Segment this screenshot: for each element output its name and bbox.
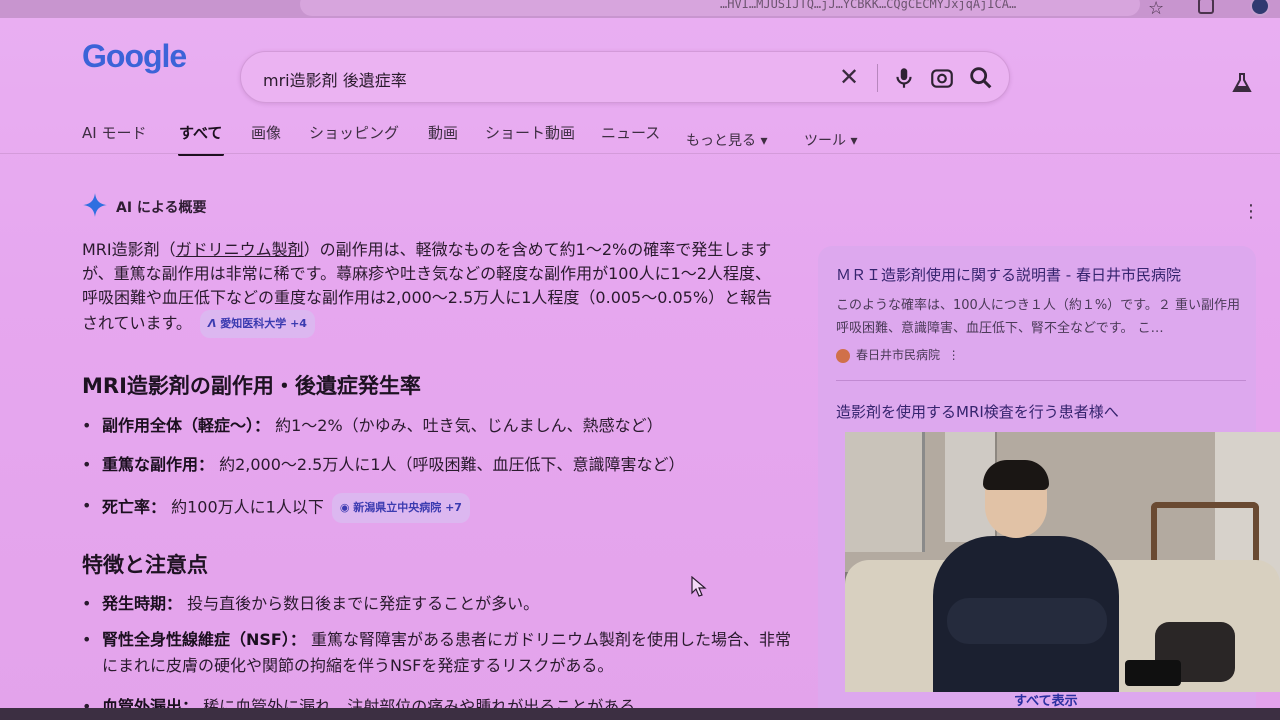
microphone-icon[interactable] [891, 64, 917, 92]
search-icon[interactable] [967, 64, 995, 92]
tab-more[interactable]: もっと見る ▾ [686, 130, 767, 150]
extensions-icon[interactable] [1198, 0, 1214, 14]
address-bar[interactable]: …HVI…MJUSIJTQ…jJ…YCBKK…CQgCECMYJxjqAjICA… [300, 0, 1140, 16]
more-options-icon[interactable]: ⋮ [1242, 203, 1260, 221]
item-label: 重篤な副作用： [102, 455, 215, 474]
tab-videos[interactable]: 動画 [428, 122, 458, 143]
section-heading: MRI造影剤の副作用・後遺症発生率 [82, 374, 421, 398]
bullet-dot: • [82, 630, 92, 649]
bullet-dot: • [82, 416, 92, 435]
item-text: 投与直後から数日後までに発症することが多い。 [182, 594, 540, 613]
camera-lens-icon[interactable] [929, 65, 955, 91]
clear-icon[interactable]: ✕ [839, 63, 859, 91]
webcam-overlay [845, 432, 1280, 692]
ai-overview-intro: MRI造影剤（ガドリニウム製剤）の副作用は、軽微なものを含めて約1〜2%の確率で… [82, 238, 782, 338]
item-text: 約2,000〜2.5万人に1人（呼吸困難、血圧低下、意識障害など） [214, 455, 685, 474]
google-logo[interactable]: Google [82, 38, 187, 75]
show-all-button[interactable]: すべて表示 [1014, 690, 1078, 709]
search-box[interactable]: mri造影剤 後遺症率 ✕ [240, 51, 1010, 103]
item-label: 腎性全身性線維症（NSF）： [102, 630, 306, 649]
mouse-cursor-icon [691, 576, 707, 597]
source-chip[interactable]: 𝞚 愛知医科大学 +4 [199, 310, 315, 338]
ai-overview-title: AI による概要 [116, 200, 207, 216]
bullet-dot: • [82, 594, 92, 613]
webcam-person-hair [983, 460, 1049, 490]
item-label: 副作用全体（軽症〜）： [102, 416, 271, 435]
item-text: 約1〜2%（かゆみ、吐き気、じんましん、熱感など） [270, 416, 663, 435]
webcam-shelf [845, 432, 925, 552]
tabs-divider [0, 153, 1280, 154]
source-chip-label: 愛知医科大学 +4 [220, 317, 307, 330]
webcam-phone [1125, 660, 1181, 686]
bookmark-star-icon[interactable]: ☆ [1148, 0, 1164, 19]
tab-ai-mode[interactable]: AI モード [82, 122, 146, 143]
site-favicon-icon [836, 348, 850, 363]
search-divider [877, 64, 878, 92]
tab-images[interactable]: 画像 [251, 122, 281, 143]
ai-sparkle-icon [83, 193, 107, 217]
item-label: 発生時期： [102, 594, 183, 613]
source-divider [836, 380, 1246, 381]
source-snippet: このような確率は、100人につき１人（約１%）です。２ 重い副作用 呼吸困難、意… [836, 298, 1240, 336]
taskbar [0, 708, 1280, 720]
tab-tools[interactable]: ツール ▾ [804, 130, 857, 150]
tab-short-videos[interactable]: ショート動画 [485, 122, 575, 143]
intro-text-1: MRI造影剤（ [82, 240, 176, 259]
source-site[interactable]: 春日井市民病院 ⋮ [836, 346, 960, 363]
source-chip-label: 新潟県立中央病院 +7 [353, 501, 462, 514]
section-heading: 特徴と注意点 [82, 553, 208, 577]
source-title-link[interactable]: ＭＲＩ造影剤使用に関する説明書 - 春日井市民病院 [836, 264, 1246, 285]
intro-term-link[interactable]: ガドリニウム製剤 [176, 240, 304, 259]
labs-flask-icon[interactable] [1230, 70, 1254, 96]
source-chip[interactable]: ◉ 新潟県立中央病院 +7 [331, 493, 470, 523]
webcam-person-arms [947, 598, 1107, 644]
bullet-dot: • [82, 455, 92, 474]
tab-all[interactable]: すべて [179, 122, 222, 143]
item-label: 死亡率： [102, 497, 167, 517]
source-site-name: 春日井市民病院 [856, 348, 941, 362]
search-input[interactable]: mri造影剤 後遺症率 [263, 67, 407, 91]
tab-news[interactable]: ニュース [601, 122, 660, 143]
item-text: 約100万人に1人以下 [166, 497, 324, 517]
tab-shopping[interactable]: ショッピング [309, 122, 399, 143]
bullet-dot: • [82, 496, 92, 515]
source-title-link[interactable]: 造影剤を使用するMRI検査を行う患者様へ [836, 401, 1119, 422]
